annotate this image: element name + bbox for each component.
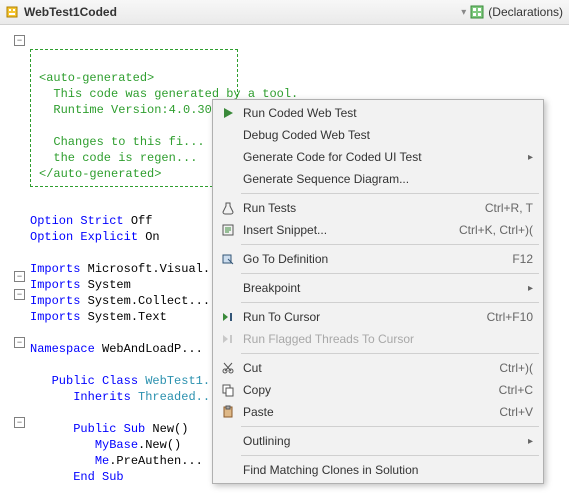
- menu-paste[interactable]: PasteCtrl+V: [213, 401, 543, 423]
- menu-go-to-definition[interactable]: Go To DefinitionF12: [213, 248, 543, 270]
- run-icon: [217, 106, 239, 120]
- flask-icon: [217, 201, 239, 215]
- menu-run-tests[interactable]: Run TestsCtrl+R, T: [213, 197, 543, 219]
- submenu-arrow-icon: ▸: [528, 283, 533, 294]
- outline-toggle[interactable]: −: [14, 417, 25, 428]
- breadcrumb-class[interactable]: WebTest1Coded: [24, 5, 117, 19]
- breadcrumb-separator: ▾: [461, 7, 466, 18]
- cut-icon: [217, 361, 239, 375]
- copy-icon: [217, 383, 239, 397]
- menu-debug-coded-web-test[interactable]: Debug Coded Web Test: [213, 124, 543, 146]
- menu-cut[interactable]: CutCtrl+)(: [213, 357, 543, 379]
- outline-toggle[interactable]: −: [14, 337, 25, 348]
- menu-separator: [241, 273, 539, 274]
- menu-generate-sequence-diagram[interactable]: Generate Sequence Diagram...: [213, 168, 543, 190]
- menu-separator: [241, 244, 539, 245]
- flag-icon: [217, 332, 239, 346]
- run-to-cursor-icon: [217, 310, 239, 324]
- declarations-icon: [470, 5, 484, 19]
- outline-toggle[interactable]: −: [14, 35, 25, 46]
- menu-separator: [241, 353, 539, 354]
- menu-separator: [241, 455, 539, 456]
- autogen-comment: <auto-generated> This code was generated…: [30, 49, 238, 187]
- outline-toggle[interactable]: −: [14, 271, 25, 282]
- context-menu: Run Coded Web Test Debug Coded Web Test …: [212, 99, 544, 484]
- menu-separator: [241, 426, 539, 427]
- submenu-arrow-icon: ▸: [528, 436, 533, 447]
- menu-generate-code[interactable]: Generate Code for Coded UI Test▸: [213, 146, 543, 168]
- menu-run-flagged-threads: Run Flagged Threads To Cursor: [213, 328, 543, 350]
- menu-insert-snippet[interactable]: Insert Snippet...Ctrl+K, Ctrl+)(: [213, 219, 543, 241]
- outline-gutter: − − − − −: [0, 25, 24, 501]
- class-icon: [6, 6, 18, 18]
- outline-toggle[interactable]: −: [14, 289, 25, 300]
- menu-run-to-cursor[interactable]: Run To CursorCtrl+F10: [213, 306, 543, 328]
- paste-icon: [217, 405, 239, 419]
- menu-outlining[interactable]: Outlining▸: [213, 430, 543, 452]
- menu-copy[interactable]: CopyCtrl+C: [213, 379, 543, 401]
- breadcrumb-bar: WebTest1Coded ▾ (Declarations): [0, 0, 569, 25]
- menu-separator: [241, 302, 539, 303]
- menu-separator: [241, 193, 539, 194]
- menu-run-coded-web-test[interactable]: Run Coded Web Test: [213, 102, 543, 124]
- snippet-icon: [217, 223, 239, 237]
- submenu-arrow-icon: ▸: [528, 152, 533, 163]
- definition-icon: [217, 252, 239, 266]
- breadcrumb-member[interactable]: (Declarations): [488, 5, 563, 19]
- menu-breakpoint[interactable]: Breakpoint▸: [213, 277, 543, 299]
- menu-find-matching-clones[interactable]: Find Matching Clones in Solution: [213, 459, 543, 481]
